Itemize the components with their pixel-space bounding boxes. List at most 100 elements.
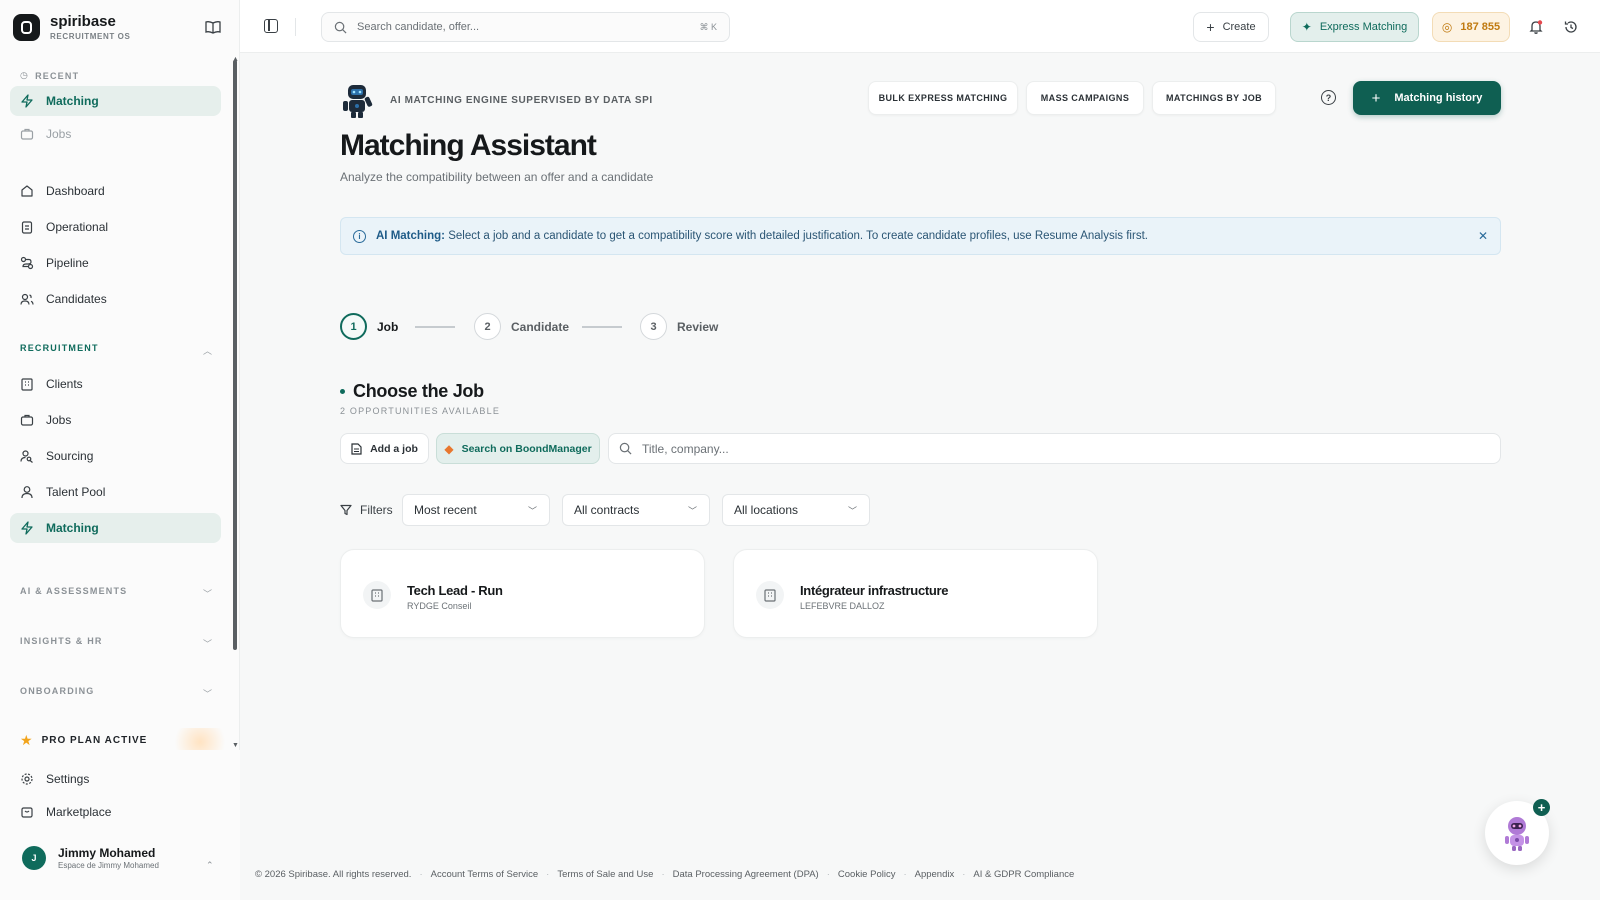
credits-badge[interactable]: ◎ 187 855	[1432, 12, 1510, 42]
express-matching-button[interactable]: ✦ Express Matching	[1290, 12, 1419, 42]
step-number: 2	[474, 313, 501, 340]
info-body: Select a job and a candidate to get a co…	[448, 230, 1148, 242]
gear-icon	[20, 772, 34, 786]
job-card[interactable]: Tech Lead - Run RYDGE Conseil	[340, 549, 705, 638]
locations-select[interactable]: All locations ﹀	[722, 494, 870, 526]
brand-subtitle: RECRUITMENT OS	[50, 32, 131, 41]
job-search[interactable]	[608, 433, 1501, 464]
sidebar-item-operational[interactable]: Operational	[10, 212, 221, 242]
engine-label: AI MATCHING ENGINE SUPERVISED BY DATA SP…	[390, 95, 653, 106]
locations-value: All locations	[734, 503, 799, 517]
sidebar-item-jobs[interactable]: Jobs	[10, 405, 221, 435]
footer-link[interactable]: Cookie Policy	[838, 869, 896, 880]
bell-icon[interactable]	[1528, 19, 1544, 35]
credits-value: 187 855	[1460, 21, 1501, 33]
sidebar-item-sourcing[interactable]: Sourcing	[10, 441, 221, 471]
step-candidate[interactable]: 2 Candidate	[474, 313, 569, 340]
mass-campaigns-button[interactable]: MASS CAMPAIGNS	[1026, 81, 1144, 115]
sidebar-item-pipeline[interactable]: Pipeline	[10, 248, 221, 278]
step-job[interactable]: 1 Job	[340, 313, 398, 340]
create-button[interactable]: + Create	[1193, 12, 1269, 42]
chevron-updown-icon[interactable]: ⌃	[206, 860, 214, 871]
copyright: © 2026 Spiribase. All rights reserved.	[255, 869, 412, 880]
sidebar-item-clients[interactable]: Clients	[10, 369, 221, 399]
close-icon[interactable]: ✕	[1478, 229, 1488, 243]
chevron-down-icon[interactable]: ﹀	[203, 587, 212, 600]
book-open-icon[interactable]	[205, 20, 221, 34]
recent-item-jobs[interactable]: Jobs	[10, 119, 221, 149]
add-job-label: Add a job	[370, 442, 418, 455]
matching-history-button[interactable]: + Matching history	[1353, 81, 1501, 115]
sidebar-scrollbar[interactable]	[233, 60, 237, 650]
step-review[interactable]: 3 Review	[640, 313, 718, 340]
sidebar-item-talent-pool[interactable]: Talent Pool	[10, 477, 221, 507]
home-icon	[20, 184, 34, 198]
boondmanager-logo-icon: ◆	[444, 441, 454, 456]
step-number: 3	[640, 313, 667, 340]
recruitment-section-label[interactable]: RECRUITMENT	[20, 343, 99, 353]
footer-link[interactable]: Appendix	[915, 869, 955, 880]
topbar-divider	[295, 18, 296, 36]
create-label: Create	[1222, 21, 1256, 33]
help-icon[interactable]: ?	[1321, 90, 1336, 105]
sidebar-item-matching[interactable]: Matching	[10, 513, 221, 543]
chevron-up-icon[interactable]: ︿	[203, 344, 212, 357]
footer-link[interactable]: Terms of Sale and Use	[557, 869, 653, 880]
chevron-down-icon: ﹀	[687, 506, 697, 516]
bolt-icon	[20, 521, 34, 535]
recent-item-matching[interactable]: Matching	[10, 86, 221, 116]
search-icon	[334, 21, 347, 33]
pro-plan-banner[interactable]: ★ PRO PLAN ACTIVE	[0, 728, 232, 750]
sidebar-item-settings[interactable]: Settings	[10, 764, 221, 794]
user-name: Jimmy Mohamed	[58, 846, 156, 860]
global-search-input[interactable]	[357, 21, 687, 33]
sidebar-item-dashboard[interactable]: Dashboard	[10, 176, 221, 206]
ai-assessments-section-label[interactable]: AI & ASSESSMENTS	[20, 586, 127, 596]
chevron-down-icon: ﹀	[847, 506, 857, 516]
contracts-select[interactable]: All contracts ﹀	[562, 494, 710, 526]
building-icon	[363, 581, 391, 609]
step-label: Job	[377, 319, 399, 334]
scroll-down-arrow-icon[interactable]: ▼	[232, 742, 239, 749]
footer-separator: ·	[903, 869, 907, 880]
scroll-up-arrow-icon[interactable]: ▲	[232, 56, 239, 63]
brand[interactable]: spiribase RECRUITMENT OS	[13, 14, 130, 41]
footer-link[interactable]: Data Processing Agreement (DPA)	[673, 869, 819, 880]
footer-link[interactable]: AI & GDPR Compliance	[973, 869, 1074, 880]
search-icon	[619, 442, 632, 455]
job-search-input[interactable]	[642, 441, 1442, 456]
add-job-button[interactable]: Add a job	[340, 433, 429, 464]
bulk-express-matching-button[interactable]: BULK EXPRESS MATCHING	[868, 81, 1018, 115]
matchings-by-job-button[interactable]: MATCHINGS BY JOB	[1152, 81, 1276, 115]
sidebar-item-marketplace[interactable]: Marketplace	[10, 797, 221, 827]
opportunities-count: 2 OPPORTUNITIES AVAILABLE	[340, 406, 501, 416]
boondmanager-search-button[interactable]: ◆ Search on BoondManager	[436, 433, 600, 464]
step-connector	[582, 326, 622, 328]
sidebar-item-candidates[interactable]: Candidates	[10, 284, 221, 314]
chevron-down-icon[interactable]: ﹀	[203, 637, 212, 650]
sidebar-item-label: Settings	[46, 772, 90, 786]
footer-link[interactable]: Account Terms of Service	[431, 869, 539, 880]
search-shortcut: ⌘ K	[699, 21, 717, 32]
filters-text: Filters	[360, 503, 393, 517]
building-icon	[756, 581, 784, 609]
avatar: J	[22, 846, 46, 870]
insights-hr-section-label[interactable]: INSIGHTS & HR	[20, 636, 103, 646]
step-label: Review	[677, 319, 719, 334]
job-card[interactable]: Intégrateur infrastructure LEFEBVRE DALL…	[733, 549, 1098, 638]
choose-job-title: Choose the Job	[340, 381, 484, 402]
plus-icon: +	[1206, 19, 1215, 35]
global-search[interactable]: ⌘ K	[321, 12, 730, 42]
boondmanager-label: Search on BoondManager	[461, 442, 592, 455]
onboarding-section-label[interactable]: ONBOARDING	[20, 686, 95, 696]
user-icon	[20, 485, 34, 499]
user-menu[interactable]: J Jimmy Mohamed Espace de Jimmy Mohamed	[22, 846, 159, 870]
clipboard-icon	[20, 220, 34, 234]
history-icon[interactable]	[1563, 19, 1579, 35]
choose-job-label: Choose the Job	[353, 381, 484, 401]
sort-select[interactable]: Most recent ﹀	[402, 494, 550, 526]
bolt-icon	[20, 94, 34, 108]
chevron-down-icon[interactable]: ﹀	[203, 687, 212, 700]
toggle-sidebar-icon[interactable]	[264, 19, 278, 33]
sidebar-item-label: Sourcing	[46, 449, 94, 463]
